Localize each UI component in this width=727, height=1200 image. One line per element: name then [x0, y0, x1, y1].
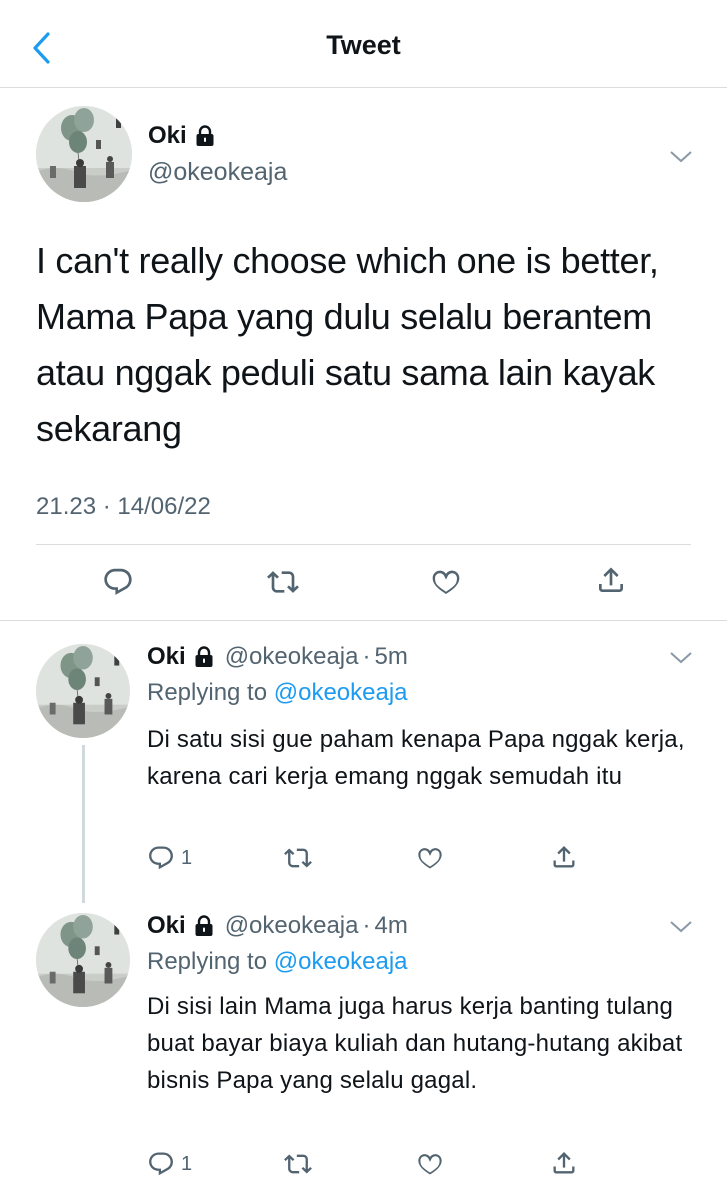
- reply-icon: [147, 1150, 175, 1178]
- reply-tweet[interactable]: Oki @okeokeaja · 5m Replying to @okeokea…: [0, 621, 727, 903]
- reply-button[interactable]: 1: [147, 1150, 192, 1178]
- retweet-icon: [284, 1150, 312, 1178]
- lock-icon: [193, 646, 215, 668]
- reply-icon: [102, 566, 134, 598]
- reply-time: 4m: [374, 912, 408, 939]
- retweet-button[interactable]: [267, 566, 299, 598]
- author-name[interactable]: Oki: [147, 643, 186, 671]
- reply-button[interactable]: [102, 566, 134, 598]
- reply-time: 5m: [374, 643, 408, 670]
- share-icon: [550, 1149, 578, 1177]
- main-tweet: Oki @okeokeaja I can't really choose whi…: [0, 88, 727, 620]
- reply-tweet[interactable]: Oki @okeokeaja · 4m Replying to @okeokea…: [0, 890, 727, 1200]
- reply-icon: [147, 844, 175, 872]
- reply-text: Di sisi lain Mama juga harus kerja banti…: [147, 993, 683, 1094]
- separator: ·: [362, 643, 371, 670]
- reply-text: Di satu sisi gue paham kenapa Papa nggak…: [147, 726, 685, 790]
- replying-prefix: Replying to: [147, 679, 268, 706]
- replying-to-link[interactable]: @okeokeaja: [274, 948, 408, 975]
- share-icon: [595, 564, 627, 596]
- retweet-icon: [284, 844, 312, 872]
- author-name[interactable]: Oki: [148, 122, 187, 150]
- page-title: Tweet: [326, 30, 401, 60]
- tweet-timestamp: 21.23 · 14/06/22: [36, 493, 211, 520]
- lock-icon: [194, 125, 216, 147]
- retweet-icon: [267, 566, 299, 598]
- like-icon: [416, 1150, 444, 1178]
- retweet-button[interactable]: [284, 1150, 312, 1178]
- replying-to: Replying to @okeokeaja: [147, 679, 408, 707]
- avatar[interactable]: [36, 644, 130, 738]
- replying-to: Replying to @okeokeaja: [147, 948, 408, 976]
- reply-header: Oki @okeokeaja · 5m: [147, 643, 408, 671]
- replying-prefix: Replying to: [147, 948, 268, 975]
- share-button[interactable]: [550, 1149, 578, 1177]
- share-button[interactable]: [550, 843, 578, 871]
- separator: ·: [362, 912, 371, 939]
- reply-count: 1: [181, 846, 193, 869]
- tweet-text: I can't really choose which one is bette…: [36, 240, 659, 449]
- share-button[interactable]: [595, 564, 627, 596]
- author-handle[interactable]: @okeokeaja: [225, 643, 359, 671]
- author-handle[interactable]: @okeokeaja: [225, 912, 359, 940]
- chevron-down-icon[interactable]: [669, 651, 693, 665]
- replying-to-link[interactable]: @okeokeaja: [274, 679, 408, 706]
- avatar[interactable]: [36, 106, 132, 202]
- like-button[interactable]: [430, 566, 462, 598]
- thread-line: [82, 745, 85, 903]
- like-icon: [416, 844, 444, 872]
- reply-header: Oki @okeokeaja · 4m: [147, 912, 408, 940]
- author-name[interactable]: Oki: [147, 912, 186, 940]
- author-name-row: Oki: [148, 122, 216, 150]
- avatar[interactable]: [36, 913, 130, 1007]
- lock-icon: [193, 915, 215, 937]
- author-handle[interactable]: @okeokeaja: [148, 158, 287, 187]
- share-icon: [550, 843, 578, 871]
- like-button[interactable]: [416, 1150, 444, 1178]
- like-button[interactable]: [416, 844, 444, 872]
- divider: [36, 544, 691, 545]
- top-bar: Tweet: [0, 0, 727, 88]
- reply-button[interactable]: 1: [147, 844, 192, 872]
- reply-count: 1: [181, 1152, 193, 1175]
- retweet-button[interactable]: [284, 844, 312, 872]
- chevron-down-icon[interactable]: [669, 150, 693, 164]
- chevron-down-icon[interactable]: [669, 920, 693, 934]
- like-icon: [430, 566, 462, 598]
